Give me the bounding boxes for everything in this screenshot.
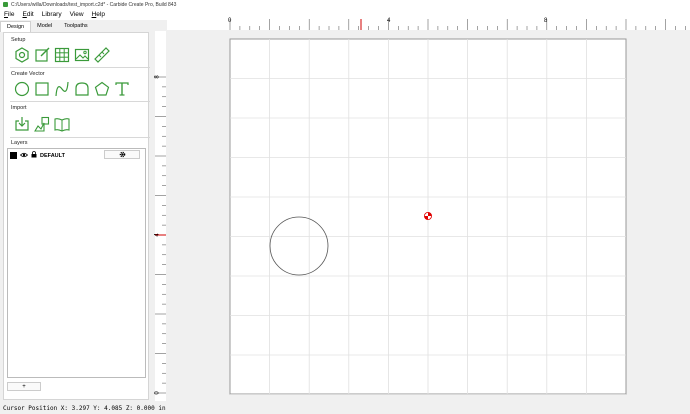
divider: [10, 137, 150, 138]
layers-list: DEFAULT: [7, 148, 146, 378]
horizontal-ruler: 0 4 8: [167, 18, 690, 30]
layers-section-label: Layers: [11, 140, 28, 146]
create-vector-section-label: Create Vector: [11, 71, 45, 77]
import-image-icon[interactable]: [34, 116, 50, 132]
layer-color-swatch[interactable]: [10, 152, 17, 159]
tab-design[interactable]: Design: [0, 21, 32, 32]
edit-icon[interactable]: [34, 47, 50, 63]
origin-marker: [424, 212, 432, 220]
design-canvas[interactable]: [167, 31, 690, 402]
app-logo-icon: [3, 2, 8, 7]
ruler-label: 4: [387, 18, 391, 24]
mode-tabs: Design Model Toolpaths: [0, 21, 155, 32]
ruler-label: 0: [154, 391, 161, 395]
image-icon[interactable]: [74, 47, 90, 63]
polygon-icon[interactable]: [94, 81, 110, 97]
vertical-ruler: 8 4 0: [154, 31, 166, 414]
divider: [10, 101, 150, 102]
menu-file[interactable]: File: [4, 11, 15, 18]
status-bar: Cursor Position X: 3.297 Y: 4.085 Z: 0.0…: [0, 403, 690, 414]
title-bar: C:/Users/willa/Downloads/test_import.c2d…: [0, 0, 690, 9]
circle-icon[interactable]: [14, 81, 30, 97]
lock-icon[interactable]: [31, 151, 37, 160]
ruler-label: 8: [544, 18, 548, 24]
layer-settings-button[interactable]: [104, 150, 140, 159]
import-svg-icon[interactable]: [14, 116, 30, 132]
divider: [10, 67, 150, 68]
layer-row[interactable]: DEFAULT: [10, 151, 65, 160]
measure-icon[interactable]: [94, 47, 110, 63]
curve-icon[interactable]: [54, 81, 70, 97]
job-setup-icon[interactable]: [14, 47, 30, 63]
menu-library[interactable]: Library: [42, 11, 62, 18]
ruler-label: 8: [154, 75, 161, 79]
eye-icon[interactable]: [19, 152, 29, 160]
menu-edit[interactable]: Edit: [23, 11, 34, 18]
grid-icon[interactable]: [54, 47, 70, 63]
cursor-position: Cursor Position X: 3.297 Y: 4.085 Z: 0.0…: [3, 405, 166, 412]
setup-section-label: Setup: [11, 37, 26, 43]
layer-name: DEFAULT: [40, 152, 65, 159]
text-icon[interactable]: [114, 81, 130, 97]
rectangle-icon[interactable]: [34, 81, 50, 97]
ruler-label: 4: [154, 233, 161, 237]
tab-model[interactable]: Model: [31, 21, 58, 32]
menu-view[interactable]: View: [70, 11, 84, 18]
window-title: C:/Users/willa/Downloads/test_import.c2d…: [11, 1, 177, 8]
polygon-arch-icon[interactable]: [74, 81, 90, 97]
library-icon[interactable]: [54, 116, 70, 132]
import-section-label: Import: [11, 105, 27, 111]
add-layer-button[interactable]: +: [7, 382, 41, 391]
menu-help[interactable]: Help: [92, 11, 105, 18]
gear-icon: [119, 151, 125, 158]
tab-toolpaths[interactable]: Toolpaths: [58, 21, 94, 32]
ruler-label: 0: [228, 18, 232, 24]
